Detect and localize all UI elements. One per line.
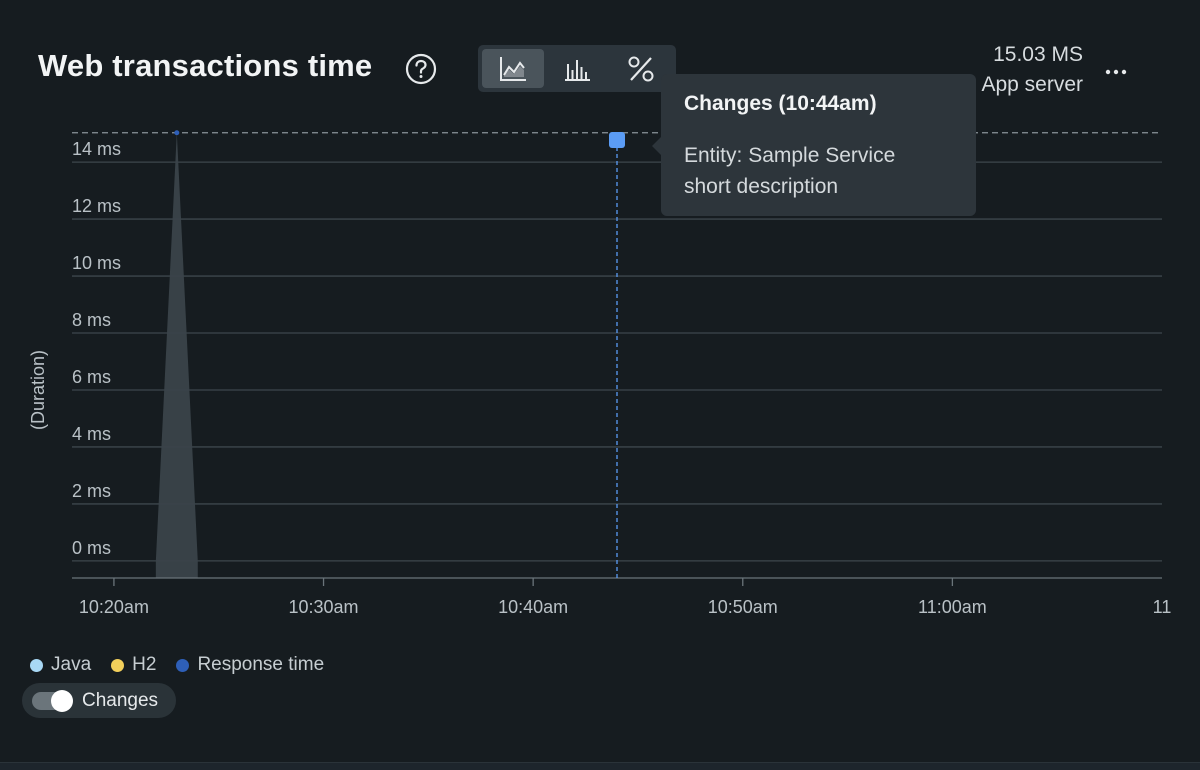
x-tick-label: 10:50am — [708, 597, 778, 617]
legend-item-h2[interactable]: H2 — [111, 654, 156, 676]
y-tick-label: 6 ms — [72, 367, 111, 387]
legend-swatch-response-time — [176, 658, 190, 672]
change-marker — [609, 132, 625, 148]
legend-label-java: Java — [51, 654, 92, 675]
x-tick-label: 10:20am — [79, 597, 149, 617]
change-tooltip: Changes (10:44am) Entity: Sample Service… — [652, 74, 976, 216]
y-tick-label: 0 ms — [72, 538, 111, 558]
response-time-peak-point — [174, 130, 180, 136]
tooltip-arrow — [652, 137, 661, 155]
tooltip-entity: Entity: Sample Service — [684, 144, 896, 167]
legend-swatch-h2 — [111, 658, 125, 672]
legend-label-response-time: Response time — [197, 654, 325, 675]
y-tick-label: 10 ms — [72, 253, 121, 273]
y-axis-title: (Duration) — [28, 350, 48, 430]
changes-toggle[interactable]: Changes — [22, 683, 176, 718]
chart-plot: 0 ms 2 ms 4 ms 6 ms 8 ms 10 ms 12 ms 14 ms 10:20… — [28, 130, 1172, 617]
x-tick-label: 10:40am — [498, 597, 568, 617]
legend-label-h2: H2 — [132, 654, 157, 675]
tooltip-title: Changes (10:44am) — [684, 92, 877, 115]
legend-swatch-java — [30, 658, 43, 672]
chart-card: Web transactions time 15.03 MS App serve… — [0, 0, 1200, 763]
changes-switch-knob — [51, 689, 73, 712]
changes-switch[interactable] — [32, 689, 73, 712]
y-tick-label: 12 ms — [72, 196, 121, 216]
changes-label: Changes — [82, 689, 159, 711]
legend-item-java[interactable]: Java — [30, 654, 91, 676]
x-tick-label: 10:30am — [289, 597, 359, 617]
legend-item-response-time[interactable]: Response time — [176, 654, 324, 676]
y-tick-label: 14 ms — [72, 139, 121, 159]
legend: Java H2 Response time — [30, 654, 324, 676]
response-time-area — [155, 132, 198, 578]
tooltip-description: short description — [684, 175, 839, 198]
x-tick-label: 11:00am — [918, 597, 987, 617]
x-tick-label: 11 — [1153, 597, 1172, 617]
y-tick-label: 4 ms — [72, 424, 111, 444]
y-tick-label: 2 ms — [72, 481, 111, 501]
y-tick-label: 8 ms — [72, 310, 111, 330]
